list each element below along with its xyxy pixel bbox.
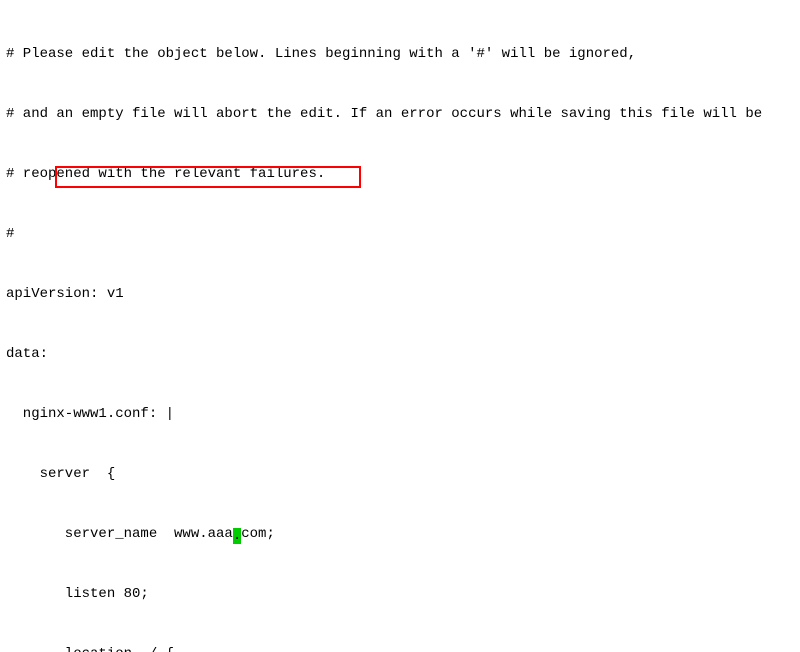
- cursor: .: [233, 528, 241, 544]
- yaml-conf-key: nginx-www1.conf: |: [6, 404, 794, 424]
- yaml-data: data:: [6, 344, 794, 364]
- comment-line: # and an empty file will abort the edit.…: [6, 104, 794, 124]
- terminal-editor[interactable]: # Please edit the object below. Lines be…: [0, 0, 800, 652]
- comment-line: #: [6, 224, 794, 244]
- comment-line: # Please edit the object below. Lines be…: [6, 44, 794, 64]
- server-name-text-post: com;: [241, 526, 275, 542]
- comment-line: # reopened with the relevant failures.: [6, 164, 794, 184]
- yaml-server1-location: location / {: [6, 644, 794, 652]
- server-name-text-pre: server_name www.aaa: [6, 526, 233, 542]
- yaml-server1-name: server_name www.aaa.com;: [6, 524, 794, 544]
- yaml-server1-listen: listen 80;: [6, 584, 794, 604]
- yaml-apiversion: apiVersion: v1: [6, 284, 794, 304]
- yaml-server1-open: server {: [6, 464, 794, 484]
